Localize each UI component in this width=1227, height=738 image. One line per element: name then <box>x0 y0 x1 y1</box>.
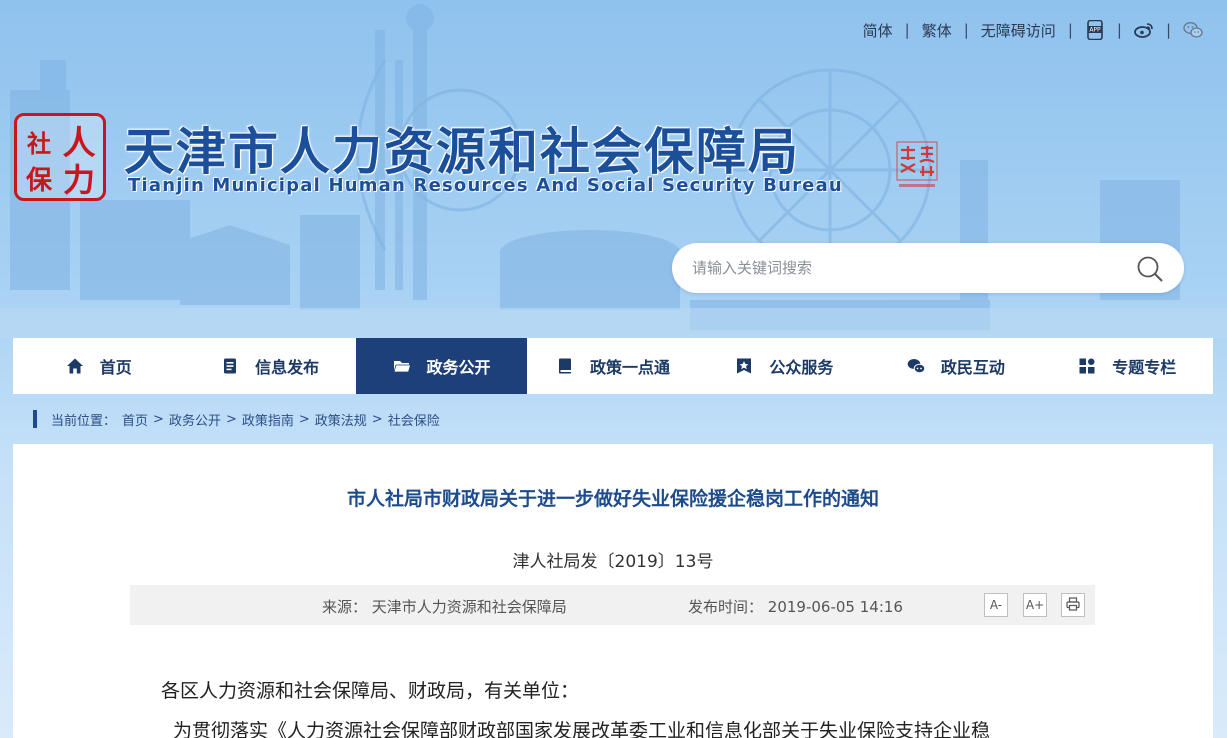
nav-item-label: 政务公开 <box>426 358 491 377</box>
search-icon[interactable] <box>1136 255 1164 283</box>
wechat-icon[interactable] <box>1183 20 1203 40</box>
breadcrumb-social-insurance[interactable]: 社会保险 <box>388 410 440 429</box>
search-box <box>672 243 1184 293</box>
article-paragraph: 为贯彻落实《人力资源社会保障部财政部国家发展改革委工业和信息化部关于失业保险支持… <box>173 720 991 738</box>
article-publish-time: 发布时间： 2019-06-05 14:16 <box>688 596 903 617</box>
divider: | <box>904 21 910 39</box>
nav-item-label: 专题专栏 <box>1112 358 1177 377</box>
article-source: 来源： 天津市人力资源和社会保障局 <box>322 596 567 617</box>
logo-char: 人 <box>63 123 96 162</box>
document-icon <box>221 357 239 375</box>
time-value: 2019-06-05 14:16 <box>767 598 903 616</box>
divider: | <box>1116 21 1122 39</box>
breadcrumb: 当前位置： 首页 > 政务公开 > 政策指南 > 政策法规 > 社会保险 <box>33 409 440 429</box>
nav-item-special-topics[interactable]: 专题专栏 <box>1042 338 1213 394</box>
document-number: 津人社局发〔2019〕13号 <box>512 552 714 572</box>
nav-item-label: 政民互动 <box>940 358 1005 377</box>
logo-char: 力 <box>63 161 95 198</box>
nav-item-interaction[interactable]: 政民互动 <box>870 338 1041 394</box>
divider: | <box>963 21 969 39</box>
star-badge-icon <box>735 357 753 375</box>
breadcrumb-separator: > <box>371 411 383 427</box>
tianjin-stamp-icon <box>896 141 938 187</box>
nav-item-info[interactable]: 信息发布 <box>184 338 355 394</box>
home-icon <box>66 357 84 375</box>
article-meta-bar: 来源： 天津市人力资源和社会保障局 发布时间： 2019-06-05 14:16… <box>130 585 1095 625</box>
print-icon <box>1066 596 1080 614</box>
nav-item-policy[interactable]: 政策一点通 <box>527 338 698 394</box>
divider: | <box>1067 21 1073 39</box>
breadcrumb-home[interactable]: 首页 <box>122 410 148 429</box>
app-icon[interactable]: APP <box>1085 20 1105 40</box>
top-links: 简体 | 繁体 | 无障碍访问 | APP | | <box>863 18 1203 42</box>
breadcrumb-separator: > <box>298 411 310 427</box>
site-title-english: Tianjin Municipal Human Resources And So… <box>128 175 843 196</box>
font-increase-button[interactable]: A+ <box>1023 593 1047 617</box>
logo-char: 社 <box>27 129 51 158</box>
breadcrumb-regulations[interactable]: 政策法规 <box>315 410 367 429</box>
nav-item-label: 信息发布 <box>255 358 320 377</box>
breadcrumb-policy-guide[interactable]: 政策指南 <box>242 410 294 429</box>
nav-item-gov-affairs[interactable]: 政务公开 <box>355 338 528 394</box>
accessibility-link[interactable]: 无障碍访问 <box>981 20 1056 41</box>
print-button[interactable] <box>1061 593 1085 617</box>
source-label: 来源： <box>322 598 368 616</box>
search-input[interactable] <box>692 252 1122 284</box>
source-value: 天津市人力资源和社会保障局 <box>371 598 567 616</box>
divider: | <box>1165 21 1171 39</box>
font-increase-icon: A+ <box>1025 598 1045 612</box>
logo-char: 保 <box>25 166 53 196</box>
font-decrease-button[interactable]: A- <box>984 593 1008 617</box>
logo-seal[interactable]: 人 社 力 保 <box>14 113 106 201</box>
article-title: 市人社局市财政局关于进一步做好失业保险援企稳岗工作的通知 <box>346 488 879 510</box>
font-decrease-icon: A- <box>989 598 1003 612</box>
logo-seal-icon: 人 社 力 保 <box>25 123 96 199</box>
breadcrumb-separator: > <box>153 411 164 427</box>
main-nav: 首页 信息发布 政务公开 政策一点通 公众服务 政民互动 专题专栏 <box>13 338 1213 394</box>
site-title: 天津市人力资源和社会保障局 <box>124 123 800 181</box>
breadcrumb-prefix: 当前位置： <box>51 413 117 429</box>
article-container: 市人社局市财政局关于进一步做好失业保险援企稳岗工作的通知 津人社局发〔2019〕… <box>13 444 1213 738</box>
nav-item-label: 公众服务 <box>769 358 834 377</box>
nav-item-label: 首页 <box>99 358 132 377</box>
breadcrumb-gov-affairs[interactable]: 政务公开 <box>169 410 221 429</box>
grid-icon <box>1078 357 1096 375</box>
simplified-chinese-link[interactable]: 简体 <box>863 20 893 41</box>
weibo-icon[interactable] <box>1134 20 1154 40</box>
nav-item-home[interactable]: 首页 <box>13 338 184 394</box>
svg-text:APP: APP <box>1089 27 1101 34</box>
nav-item-label: 政策一点通 <box>589 358 670 377</box>
site-header: 简体 | 繁体 | 无障碍访问 | APP | | 人 社 力 保 天津市人力资… <box>0 0 1227 338</box>
book-icon <box>556 357 574 375</box>
traditional-chinese-link[interactable]: 繁体 <box>922 20 952 41</box>
article-paragraph: 各区人力资源和社会保障局、财政局，有关单位： <box>161 680 580 702</box>
folder-icon <box>393 357 411 375</box>
time-label: 发布时间： <box>688 598 764 616</box>
breadcrumb-marker <box>33 410 37 428</box>
chat-icon <box>907 357 925 375</box>
nav-item-public-service[interactable]: 公众服务 <box>699 338 870 394</box>
breadcrumb-separator: > <box>225 411 237 427</box>
